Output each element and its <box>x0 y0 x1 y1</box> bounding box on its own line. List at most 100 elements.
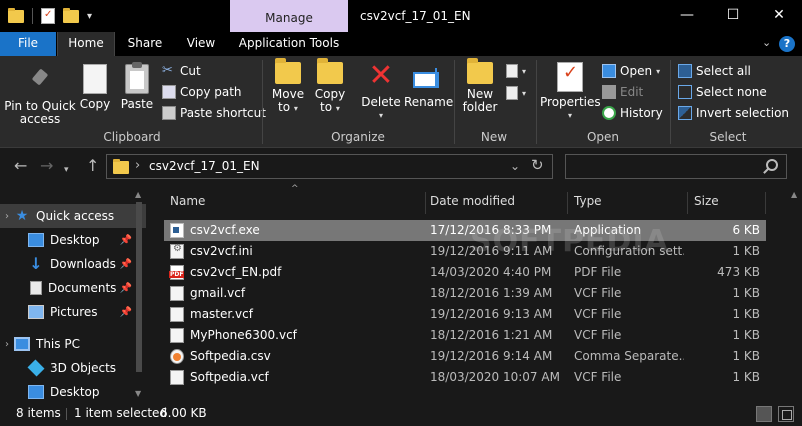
large-icons-view-icon[interactable] <box>778 406 794 422</box>
nav-item-3d-objects[interactable]: 3D Objects <box>0 356 146 380</box>
table-row[interactable]: Softpedia.vcf 18/03/2020 10:07 AM VCF Fi… <box>164 367 766 388</box>
file-name: Softpedia.csv <box>190 349 271 363</box>
file-size: 473 KB <box>717 265 760 279</box>
cut-button[interactable]: ✂ Cut <box>162 62 201 80</box>
delete-button[interactable]: ✕ Delete ▾ <box>360 61 402 122</box>
table-row[interactable]: gmail.vcf 18/12/2016 1:39 AM VCF File 1 … <box>164 283 766 304</box>
address-dropdown-icon[interactable]: ⌄ <box>510 159 520 173</box>
customize-toolbar-dropdown[interactable]: ▾ <box>87 11 92 22</box>
help-icon[interactable]: ? <box>779 36 795 52</box>
history-button[interactable]: History <box>602 104 663 122</box>
column-header-size[interactable]: Size <box>688 192 766 214</box>
table-row[interactable]: csv2vcf.ini 19/12/2016 9:11 AM Configura… <box>164 241 766 262</box>
close-button[interactable]: ✕ <box>756 0 802 32</box>
nav-scrollbar[interactable]: ▲ ▼ <box>132 186 146 402</box>
details-view-icon[interactable] <box>756 406 772 422</box>
table-row[interactable]: MyPhone6300.vcf 18/12/2016 1:21 AM VCF F… <box>164 325 766 346</box>
tab-home[interactable]: Home <box>57 32 115 56</box>
tab-share[interactable]: Share <box>117 32 173 56</box>
new-folder-button[interactable]: New folder <box>460 58 500 114</box>
properties-icon[interactable] <box>41 8 55 24</box>
paste-button[interactable]: Paste <box>118 62 156 111</box>
breadcrumb[interactable]: csv2vcf_17_01_EN <box>149 159 260 173</box>
open-caret-icon: ▾ <box>656 66 661 76</box>
copy-path-button[interactable]: Copy path <box>162 83 242 101</box>
search-input[interactable] <box>565 154 787 179</box>
file-name: gmail.vcf <box>190 286 246 300</box>
open-icon <box>602 64 616 78</box>
rename-button[interactable]: Rename <box>404 62 454 109</box>
table-row[interactable]: csv2vcf_EN.pdf 14/03/2020 4:40 PM PDF Fi… <box>164 262 766 283</box>
edit-button[interactable]: Edit <box>602 83 643 101</box>
column-header-name[interactable]: Name <box>164 192 426 214</box>
nav-item-documents[interactable]: Documents 📌 <box>0 276 146 300</box>
move-to-caret-icon: ▾ <box>293 104 298 113</box>
expand-ribbon-icon[interactable]: ⌄ <box>762 36 771 49</box>
file-type: Configuration sett... <box>574 244 684 258</box>
refresh-icon[interactable]: ↻ <box>531 156 544 174</box>
copy-button[interactable]: Copy <box>77 60 112 111</box>
file-date: 19/12/2016 9:14 AM <box>430 349 553 363</box>
select-all-button[interactable]: Select all <box>678 62 751 80</box>
scrollbar-thumb[interactable] <box>136 202 142 372</box>
column-header-type[interactable]: Type <box>568 192 688 214</box>
file-type: VCF File <box>574 370 622 384</box>
status-bar: 8 items 1 item selected 6.00 KB <box>0 402 802 426</box>
nav-item-desktop[interactable]: Desktop 📌 <box>0 228 146 252</box>
copy-to-button[interactable]: Copy to ▾ <box>312 58 348 115</box>
copy-to-label-2: to <box>320 100 333 114</box>
new-folder-icon[interactable] <box>63 7 79 23</box>
vcf-icon <box>170 307 184 322</box>
pin-to-quick-access-button[interactable]: Pin to Quick access <box>4 64 76 126</box>
group-divider <box>262 60 263 144</box>
nav-item-label: 3D Objects <box>50 361 117 375</box>
tab-view[interactable]: View <box>175 32 227 56</box>
breadcrumb-chevron-icon[interactable]: › <box>135 158 140 173</box>
nav-item-pictures[interactable]: Pictures 📌 <box>0 300 146 324</box>
tab-file[interactable]: File <box>0 32 56 56</box>
expand-chevron-icon[interactable]: › <box>0 339 14 350</box>
recent-locations-icon[interactable]: ▾ <box>64 162 69 178</box>
forward-arrow-icon[interactable]: → <box>40 158 53 174</box>
select-none-label: Select none <box>696 85 767 99</box>
nav-item-this-pc[interactable]: › This PC <box>0 332 146 356</box>
table-row[interactable]: csv2vcf.exe 17/12/2016 8:33 PM Applicati… <box>164 220 766 241</box>
expand-chevron-icon[interactable]: › <box>0 211 14 222</box>
easy-access-button[interactable]: ▾ <box>506 84 526 102</box>
scroll-down-icon[interactable]: ▼ <box>135 389 141 398</box>
open-button[interactable]: Open ▾ <box>602 62 660 80</box>
column-header-date[interactable]: Date modified <box>424 192 568 214</box>
scroll-up-icon[interactable]: ▲ <box>135 190 141 199</box>
table-row[interactable]: Softpedia.csv 19/12/2016 9:14 AM Comma S… <box>164 346 766 367</box>
file-list-scrollbar[interactable]: ▲ <box>788 186 802 402</box>
vcf-icon <box>170 286 184 301</box>
group-divider <box>454 60 455 144</box>
back-arrow-icon[interactable]: ← <box>14 158 27 174</box>
tab-manage[interactable]: Manage <box>230 0 348 32</box>
properties-button[interactable]: Properties ▾ <box>540 62 601 122</box>
new-folder-label-2: folder <box>462 100 498 114</box>
up-arrow-icon[interactable]: ↑ <box>86 158 99 174</box>
nav-item-downloads[interactable]: ↓ Downloads 📌 <box>0 252 146 276</box>
rename-label: Rename <box>404 95 454 109</box>
move-to-button[interactable]: Move to ▾ <box>270 58 306 115</box>
edit-label: Edit <box>620 85 644 99</box>
nav-item-desktop-pc[interactable]: Desktop <box>0 380 146 402</box>
tab-application-tools[interactable]: Application Tools <box>230 32 348 56</box>
file-type: Comma Separate... <box>574 349 684 363</box>
nav-item-quick-access[interactable]: › ★ Quick access <box>0 204 146 228</box>
address-bar[interactable]: › csv2vcf_17_01_EN ⌄ ↻ <box>106 154 553 179</box>
new-item-button[interactable]: ▾ <box>506 62 526 80</box>
file-size: 6 KB <box>732 223 760 237</box>
maximize-button[interactable]: ☐ <box>710 0 756 32</box>
paste-shortcut-button[interactable]: Paste shortcut <box>162 104 266 122</box>
delete-caret-icon: ▾ <box>378 111 383 120</box>
exe-icon <box>170 223 184 238</box>
rename-icon <box>411 62 441 92</box>
select-none-button[interactable]: Select none <box>678 83 767 101</box>
invert-selection-button[interactable]: Invert selection <box>678 104 789 122</box>
table-row[interactable]: master.vcf 19/12/2016 9:13 AM VCF File 1… <box>164 304 766 325</box>
minimize-button[interactable]: — <box>664 0 710 32</box>
copy-to-caret-icon: ▾ <box>335 104 340 113</box>
scroll-up-icon[interactable]: ▲ <box>791 190 797 199</box>
